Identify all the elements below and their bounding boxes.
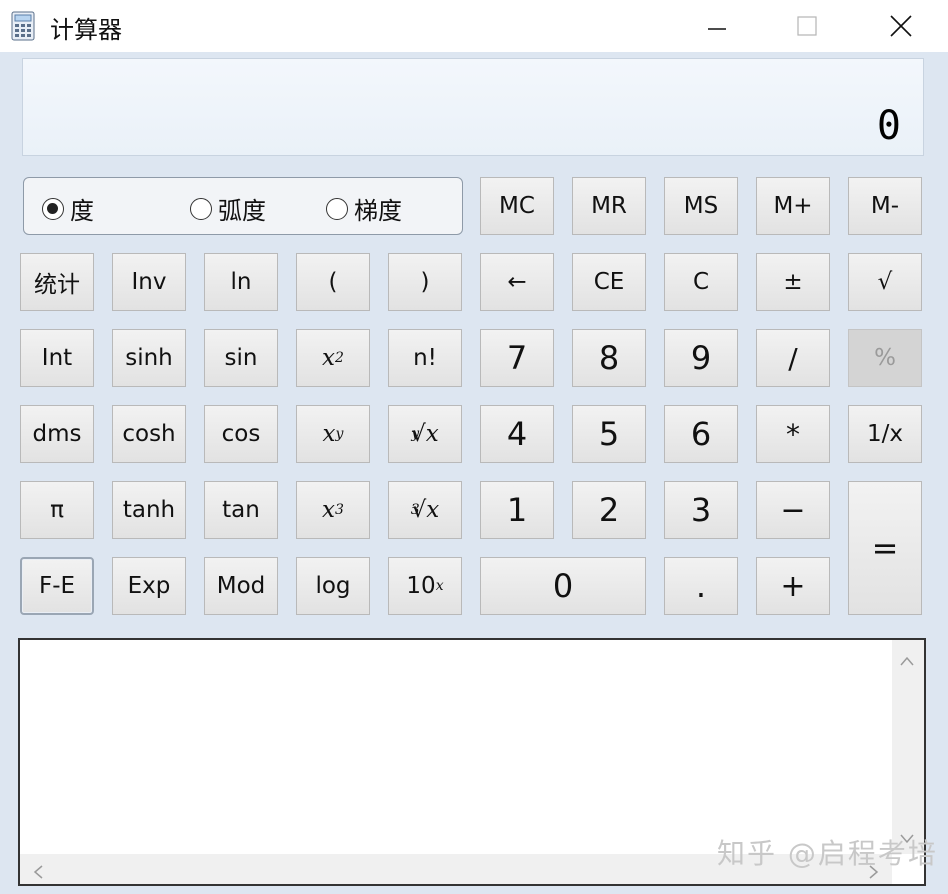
radio-label: 弧度 xyxy=(218,197,266,225)
m-minus-button[interactable]: M- xyxy=(848,177,922,235)
add-button[interactable]: + xyxy=(756,557,830,615)
chevron-up-icon[interactable] xyxy=(899,648,915,672)
inv-button[interactable]: Inv xyxy=(112,253,186,311)
radio-degrees[interactable]: 度 xyxy=(42,191,94,226)
sin-button[interactable]: sin xyxy=(204,329,278,387)
title-bar: 计算器 xyxy=(0,0,948,52)
root-symbol: √ xyxy=(411,497,427,523)
sinh-button[interactable]: sinh xyxy=(112,329,186,387)
digit-1-button[interactable]: 1 xyxy=(480,481,554,539)
x-power-y-button[interactable]: xy xyxy=(296,405,370,463)
multiply-button[interactable]: * xyxy=(756,405,830,463)
exponent-label: 3 xyxy=(335,502,344,518)
int-button[interactable]: Int xyxy=(20,329,94,387)
maximize-icon xyxy=(797,16,817,36)
exp-button[interactable]: Exp xyxy=(112,557,186,615)
negate-button[interactable]: ± xyxy=(756,253,830,311)
statistics-button[interactable]: 统计 xyxy=(20,253,94,311)
factorial-button[interactable]: n! xyxy=(388,329,462,387)
m-plus-button[interactable]: M+ xyxy=(756,177,830,235)
close-button[interactable] xyxy=(866,0,936,52)
right-paren-button[interactable]: ) xyxy=(388,253,462,311)
radio-indicator[interactable] xyxy=(42,197,64,220)
pi-button[interactable]: π xyxy=(20,481,94,539)
dms-button[interactable]: dms xyxy=(20,405,94,463)
maximize-button[interactable] xyxy=(772,0,842,52)
angle-mode-group: 度 弧度 梯度 xyxy=(23,177,463,235)
decimal-button[interactable]: . xyxy=(664,557,738,615)
reciprocal-button[interactable]: 1/x xyxy=(848,405,922,463)
minimize-button[interactable] xyxy=(682,0,752,52)
base-label: x xyxy=(322,421,336,447)
digit-0-button[interactable]: 0 xyxy=(480,557,646,615)
close-icon xyxy=(890,15,912,37)
sqrt-button[interactable]: √ xyxy=(848,253,922,311)
digit-7-button[interactable]: 7 xyxy=(480,329,554,387)
ms-button[interactable]: MS xyxy=(664,177,738,235)
minimize-icon xyxy=(708,28,726,30)
ten-power-x-button[interactable]: 10 x xyxy=(388,557,462,615)
clear-entry-button[interactable]: CE xyxy=(572,253,646,311)
radio-radians[interactable]: 弧度 xyxy=(190,191,266,226)
mod-button[interactable]: Mod xyxy=(204,557,278,615)
base-label: 10 xyxy=(406,573,436,599)
chevron-left-icon[interactable] xyxy=(32,861,44,885)
left-paren-button[interactable]: ( xyxy=(296,253,370,311)
fe-button[interactable]: F-E xyxy=(20,557,94,615)
mr-button[interactable]: MR xyxy=(572,177,646,235)
backspace-button[interactable]: ← xyxy=(480,253,554,311)
exponent-label: x xyxy=(435,578,444,594)
exponent-label: y xyxy=(335,426,344,442)
exponent-label: 2 xyxy=(335,350,344,366)
tan-button[interactable]: tan xyxy=(204,481,278,539)
subtract-button[interactable]: − xyxy=(756,481,830,539)
base-label: x xyxy=(426,497,440,523)
root-symbol: √ xyxy=(411,421,426,447)
digit-3-button[interactable]: 3 xyxy=(664,481,738,539)
radio-label: 梯度 xyxy=(354,197,402,225)
window-title: 计算器 xyxy=(50,16,122,44)
base-label: x xyxy=(322,497,336,523)
digit-8-button[interactable]: 8 xyxy=(572,329,646,387)
result-display: 0 xyxy=(22,58,924,156)
base-label: x xyxy=(425,421,439,447)
y-root-x-button[interactable]: y √ x xyxy=(388,405,462,463)
digit-6-button[interactable]: 6 xyxy=(664,405,738,463)
digit-4-button[interactable]: 4 xyxy=(480,405,554,463)
radio-indicator[interactable] xyxy=(326,197,348,220)
ln-button[interactable]: ln xyxy=(204,253,278,311)
base-label: x xyxy=(322,345,336,371)
vertical-scrollbar[interactable] xyxy=(892,640,924,854)
radio-label: 度 xyxy=(70,197,94,225)
x-squared-button[interactable]: x2 xyxy=(296,329,370,387)
cos-button[interactable]: cos xyxy=(204,405,278,463)
cube-root-button[interactable]: 3 √ x xyxy=(388,481,462,539)
tanh-button[interactable]: tanh xyxy=(112,481,186,539)
equals-button[interactable]: = xyxy=(848,481,922,615)
radio-indicator[interactable] xyxy=(190,197,212,220)
digit-5-button[interactable]: 5 xyxy=(572,405,646,463)
cosh-button[interactable]: cosh xyxy=(112,405,186,463)
calculator-icon xyxy=(11,11,35,41)
mc-button[interactable]: MC xyxy=(480,177,554,235)
radio-gradians[interactable]: 梯度 xyxy=(326,191,402,226)
digit-2-button[interactable]: 2 xyxy=(572,481,646,539)
clear-button[interactable]: C xyxy=(664,253,738,311)
digit-9-button[interactable]: 9 xyxy=(664,329,738,387)
log-button[interactable]: log xyxy=(296,557,370,615)
display-value: 0 xyxy=(876,103,901,149)
divide-button[interactable]: / xyxy=(756,329,830,387)
watermark: 知乎 @启程考培 xyxy=(717,837,938,870)
x-cubed-button[interactable]: x3 xyxy=(296,481,370,539)
percent-button[interactable]: % xyxy=(848,329,922,387)
